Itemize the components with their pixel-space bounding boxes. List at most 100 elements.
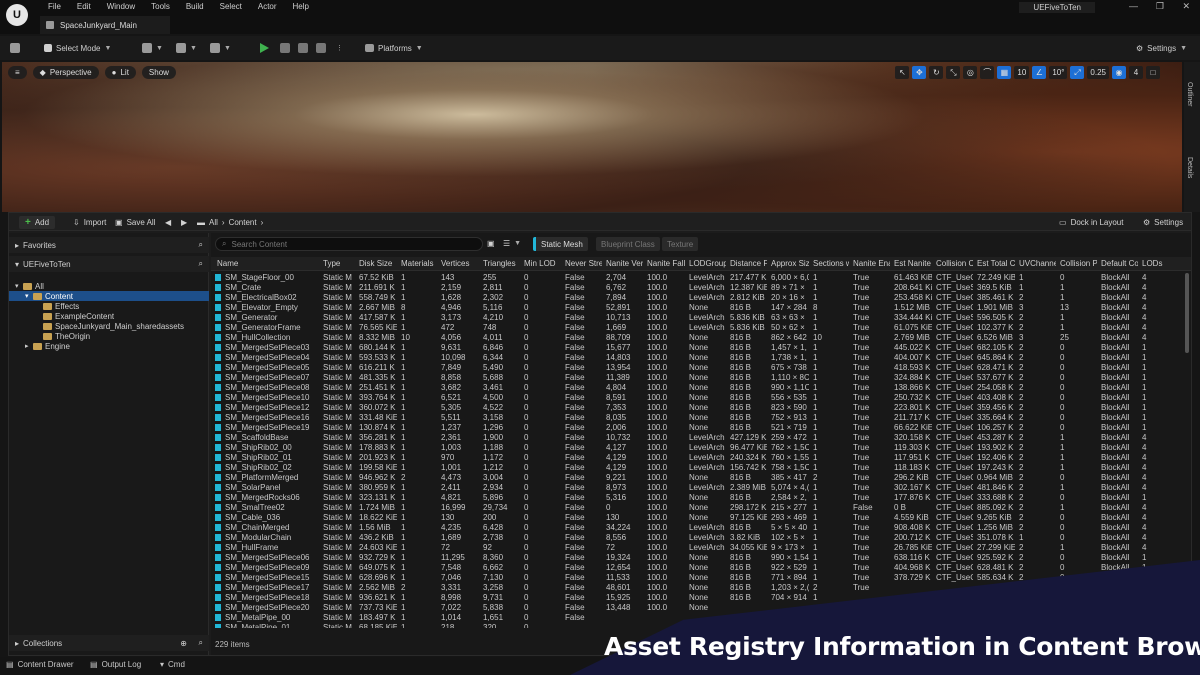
world-local-icon[interactable]: ◎ [963, 66, 978, 79]
table-row[interactable]: SM_SmalTree02 Static M 1.724 MiB 1 16,999 29,… [211, 503, 1191, 513]
table-row[interactable]: SM_MergedSetPiece19 Static M 130.874 K 1 1,2… [211, 423, 1191, 433]
column-header[interactable]: Default Col [1099, 257, 1138, 271]
breadcrumb-content[interactable]: Content [229, 218, 257, 227]
restore-icon[interactable]: ❐ [1156, 1, 1164, 12]
filter-chip[interactable]: Texture [662, 237, 699, 251]
column-header[interactable]: Vertices [439, 257, 479, 271]
column-header[interactable]: Collision Pr [1058, 257, 1097, 271]
table-row[interactable]: SM_MergedSetPiece08 Static M 251.451 K 1 3,6… [211, 383, 1191, 393]
minimize-icon[interactable]: — [1129, 1, 1138, 11]
search-icon[interactable]: ⌕ [199, 259, 203, 269]
table-row[interactable]: SM_HullCollection Static M 8.332 MiB 10 4,05… [211, 333, 1191, 343]
platforms-button[interactable]: Platforms ▼ [365, 40, 423, 56]
rotation-snap-value[interactable]: 10° [1049, 66, 1068, 79]
table-row[interactable]: SM_StageFloor_00 Static M 67.52 KiB 1 143 255… [211, 273, 1191, 283]
search-icon[interactable]: ⌕ [199, 638, 203, 648]
menu-select[interactable]: Select [212, 1, 250, 13]
unreal-logo-icon[interactable]: U [6, 4, 28, 26]
column-header[interactable]: Type [321, 257, 355, 271]
column-header[interactable]: Materials [399, 257, 437, 271]
table-row[interactable]: SM_ShipRib02_00 Static M 178.883 K 1 1,003 1,… [211, 443, 1191, 453]
camera-speed-icon[interactable]: ◉ [1112, 66, 1126, 79]
select-tool-icon[interactable]: ↖ [895, 66, 910, 79]
level-viewport[interactable]: ≡ ◆ Perspective ● Lit Show ↖ ✥ ↻ ⤡ ◎ ⌒ ▦ 1… [2, 62, 1182, 212]
maximize-viewport-icon[interactable]: □ [1146, 66, 1160, 79]
table-row[interactable]: SM_Elevator_Empty Static M 2.667 MiB 8 4,946… [211, 303, 1191, 313]
table-row[interactable]: SM_MergedSetPiece06 Static M 932.729 K 1 11,… [211, 553, 1191, 563]
surface-snap-icon[interactable]: ⌒ [980, 66, 995, 79]
translate-tool-icon[interactable]: ✥ [912, 66, 927, 79]
column-header[interactable]: UVChanne [1017, 257, 1056, 271]
table-row[interactable]: SM_ShipRib02_02 Static M 199.58 KiE 1 1,001 1… [211, 463, 1191, 473]
table-row[interactable]: SM_ScaffoldBase Static M 356.281 K 1 2,361 1,… [211, 433, 1191, 443]
tree-item[interactable]: Effects [9, 301, 209, 311]
table-row[interactable]: SM_Cable_036 Static M 18.622 KiE 1 130 200 0 Fa… [211, 513, 1191, 523]
vertical-scrollbar[interactable] [1185, 273, 1189, 353]
collections-header[interactable]: ▸ Collections ⊕ ⌕ [9, 635, 209, 651]
column-header[interactable]: Distance F [728, 257, 767, 271]
filter-chip[interactable]: Static Mesh [533, 237, 588, 251]
import-button[interactable]: ⇩ Import [73, 216, 106, 229]
tree-item[interactable]: TheOrigin [9, 331, 209, 341]
project-header[interactable]: ▾ UEFiveToTen ⌕ [9, 256, 209, 272]
tree-item[interactable]: SpaceJunkyard_Main_sharedassets [9, 321, 209, 331]
eject-button[interactable] [316, 40, 326, 56]
settings-button[interactable]: ⚙ Settings ▼ [1136, 40, 1187, 56]
menu-actor[interactable]: Actor [250, 1, 285, 13]
add-actor-button[interactable]: ▼ [142, 40, 163, 56]
column-header[interactable]: Name [211, 257, 319, 271]
search-icon[interactable]: ⌕ [199, 240, 203, 250]
table-row[interactable]: SM_MergedSetPiece07 Static M 481.335 K 1 8,8… [211, 373, 1191, 383]
menu-build[interactable]: Build [178, 1, 212, 13]
favorites-header[interactable]: ▸ Favorites ⌕ [9, 237, 209, 253]
column-header[interactable]: Triangles [481, 257, 520, 271]
column-header[interactable]: Nanite Ver [604, 257, 643, 271]
menu-window[interactable]: Window [99, 1, 143, 13]
add-button[interactable]: + Add [19, 216, 56, 229]
tree-item[interactable]: ExampleContent [9, 311, 209, 321]
column-header[interactable]: Est Total C [975, 257, 1015, 271]
cinematics-button[interactable]: ▼ [210, 40, 231, 56]
grid-snap-value[interactable]: 10 [1014, 66, 1030, 79]
column-header[interactable]: Nanite Fall [645, 257, 685, 271]
breadcrumb-all[interactable]: All [209, 218, 218, 227]
column-header[interactable]: Collision Co [934, 257, 973, 271]
table-row[interactable]: SM_MergedSetPiece03 Static M 680.144 K 1 9,6… [211, 343, 1191, 353]
camera-speed-value[interactable]: 4 [1129, 66, 1143, 79]
tree-item[interactable]: ▸ Engine [9, 341, 209, 351]
save-search-button[interactable]: ▣ [487, 237, 495, 250]
save-current-button[interactable] [10, 40, 20, 56]
table-row[interactable]: SM_MergedSetPiece12 Static M 360.072 K 1 5,3… [211, 403, 1191, 413]
dock-in-layout-button[interactable]: ▭ Dock in Layout [1059, 216, 1123, 229]
close-icon[interactable]: ✕ [1182, 1, 1190, 12]
viewport-menu-button[interactable]: ≡ [8, 66, 27, 79]
tree-item[interactable]: ▾ All [9, 281, 209, 291]
outliner-tab[interactable]: Outliner [1186, 82, 1193, 107]
table-row[interactable]: SM_GeneratorFrame Static M 76.565 KiE 1 472 7… [211, 323, 1191, 333]
column-header[interactable]: Approx Siz [769, 257, 809, 271]
column-header[interactable]: Disk Size [357, 257, 397, 271]
blueprints-button[interactable]: ▼ [176, 40, 197, 56]
scale-tool-icon[interactable]: ⤡ [946, 66, 961, 79]
table-row[interactable]: SM_Crate Static M 211.691 K 1 2,159 2,811 0 Fal… [211, 283, 1191, 293]
tree-item[interactable]: ▾ Content [9, 291, 209, 301]
select-mode-button[interactable]: Select Mode ▼ [44, 40, 111, 56]
add-collection-icon[interactable]: ⊕ [180, 639, 187, 648]
forward-button[interactable]: ▶ [181, 216, 187, 229]
content-drawer-button[interactable]: ▤ Content Drawer [6, 660, 74, 669]
output-log-button[interactable]: ▤ Output Log [90, 660, 141, 669]
lit-button[interactable]: ● Lit [104, 66, 136, 79]
menu-tools[interactable]: Tools [143, 1, 178, 13]
table-row[interactable]: SM_MergedSetPiece04 Static M 593.533 K 1 10,… [211, 353, 1191, 363]
play-button[interactable] [260, 40, 269, 56]
stop-button[interactable] [298, 40, 308, 56]
column-header[interactable]: Sections w [811, 257, 849, 271]
perspective-button[interactable]: ◆ Perspective [32, 66, 99, 79]
cb-settings-button[interactable]: ⚙ Settings [1143, 216, 1183, 229]
column-header[interactable]: Never Stre [563, 257, 602, 271]
tab-level[interactable]: SpaceJunkyard_Main [40, 16, 170, 34]
table-row[interactable]: SM_ElectricalBox02 Static M 558.749 K 1 1,62… [211, 293, 1191, 303]
menu-help[interactable]: Help [285, 1, 317, 13]
details-tab[interactable]: Details [1186, 157, 1193, 178]
scale-snap-value[interactable]: 0.25 [1087, 66, 1109, 79]
